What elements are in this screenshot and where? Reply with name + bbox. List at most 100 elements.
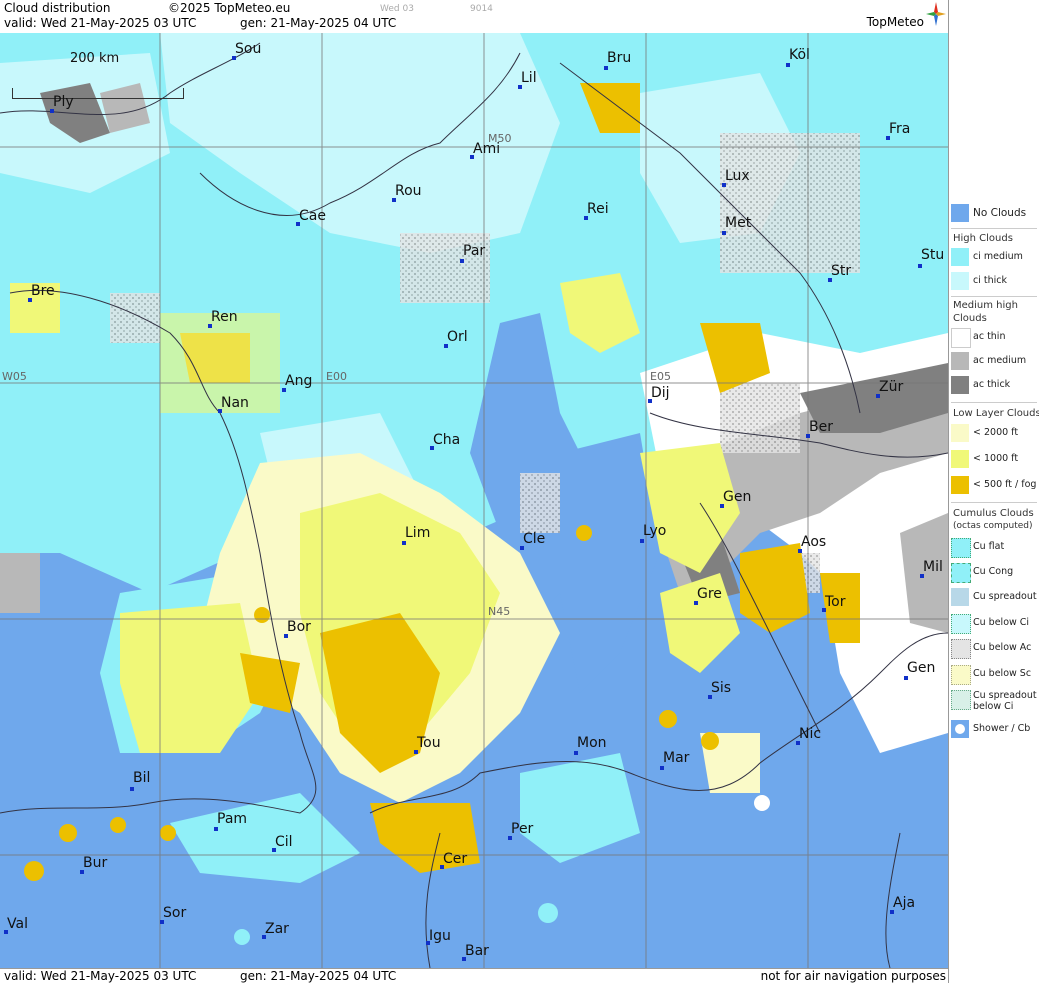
city-marker [460,259,464,263]
legend-swatch [951,665,971,685]
city-label: Sou [235,41,262,57]
legend-swatch [951,690,971,710]
city-label: Bil [133,770,151,786]
city-label: Fra [889,121,911,137]
city-label: Rou [395,183,422,199]
city-marker [904,676,908,680]
city-label: Mar [663,750,690,766]
legend-swatch [951,450,969,468]
city-marker [214,827,218,831]
city-marker [786,63,790,67]
grid-label: W05 [2,370,27,383]
legend-no-clouds: No Clouds [951,204,1037,224]
shower-icon [955,724,965,734]
city-label: Tou [417,735,441,751]
city-label: Lyo [643,523,667,539]
city-label: Aja [893,895,916,911]
city-label: Dij [651,385,670,401]
city-label: Igu [429,928,451,944]
copyright: ©2025 TopMeteo.eu [168,1,291,15]
city-label: Lil [521,70,537,86]
legend-label: < 1000 ft [973,453,1019,464]
city-label: Cle [523,531,546,547]
cloud-map[interactable]: W05 E00 E05 N45 M50 200 km Sou Bru Köl P… [0,33,948,968]
city-label: Lux [725,168,750,184]
legend-swatch [951,328,971,348]
scale-label: 200 km [70,51,120,66]
city-label: Lim [405,525,431,541]
city-label: Nic [799,726,822,742]
city-marker [402,541,406,545]
city-label: Stu [921,247,945,263]
legend-label: ac thin [973,331,1006,342]
legend-low-500: < 500 ft / fog [951,476,1037,496]
city-marker [918,264,922,268]
header-small-1: Wed 03 [380,4,414,14]
legend-heading-medium-1: Medium high [953,300,1018,311]
footer-gen: gen: 21-May-2025 04 UTC [240,969,397,983]
city-marker [130,787,134,791]
legend-panel: No Clouds High Clouds ci medium ci thick… [948,0,1039,983]
grid-label: N45 [488,605,511,618]
legend-label: ac thick [973,379,1011,390]
grid-label: E00 [326,370,347,383]
city-label: Str [831,263,852,279]
city-marker [574,751,578,755]
legend-label: Cu below Sc [973,668,1032,679]
legend-label: ac medium [973,355,1027,366]
city-marker [640,539,644,543]
city-label: Orl [447,329,468,345]
legend-heading-low: Low Layer Clouds [953,408,1039,419]
footer-valid: valid: Wed 21-May-2025 03 UTC [4,969,197,983]
legend-label: < 500 ft / fog [973,479,1037,490]
city-label: Cha [433,432,461,448]
legend-swatch [951,720,969,738]
city-marker [660,766,664,770]
legend-label: No Clouds [973,207,1027,219]
city-label: Cil [275,834,293,850]
valid-time: valid: Wed 21-May-2025 03 UTC [4,16,197,30]
city-label: Pam [217,811,248,827]
legend-heading-high: High Clouds [953,233,1013,244]
legend-ci-thick: ci thick [951,272,1037,292]
legend-cu-cong: Cu Cong [951,563,1037,583]
legend-swatch [951,476,969,494]
legend-swatch [951,352,969,370]
legend-swatch [951,376,969,394]
header-small-2: 9014 [470,4,493,14]
city-marker [604,66,608,70]
city-label: Ren [211,309,238,325]
city-label: Ami [473,141,501,157]
city-label: Met [725,215,752,231]
city-label: Gen [723,489,752,505]
legend-ac-medium: ac medium [951,352,1037,372]
city-label: Mil [923,559,943,575]
legend-label: Cu below Ac [973,642,1032,653]
legend-label: Shower / Cb [973,723,1031,734]
compass-icon [926,2,946,26]
legend-label: Cu spreadout [973,690,1037,701]
legend-swatch [951,614,971,634]
grid-label: E05 [650,370,671,383]
legend-ci-medium: ci medium [951,248,1037,268]
city-label: Val [7,916,28,932]
legend-swatch [951,588,969,606]
legend-label: below Ci [973,701,1014,712]
legend-label: Cu flat [973,541,1005,552]
legend-shower: Shower / Cb [951,720,1037,740]
legend-swatch [951,204,969,222]
city-label: Gen [907,660,936,676]
cloud-layer [0,33,948,968]
legend-label: Cu below Ci [973,617,1030,628]
city-marker [722,231,726,235]
city-label: Sis [711,680,732,696]
map-footer: valid: Wed 21-May-2025 03 UTC gen: 21-Ma… [0,968,948,984]
legend-label: Cu spreadout [973,591,1037,602]
city-label: Bor [287,619,311,635]
brand-logo: TopMeteo [866,15,924,29]
legend-swatch [951,248,969,266]
legend-heading-cu-2: (octas computed) [953,521,1033,531]
legend-low-2000: < 2000 ft [951,424,1037,444]
city-label: Aos [801,534,827,550]
city-label: Gre [697,586,722,602]
